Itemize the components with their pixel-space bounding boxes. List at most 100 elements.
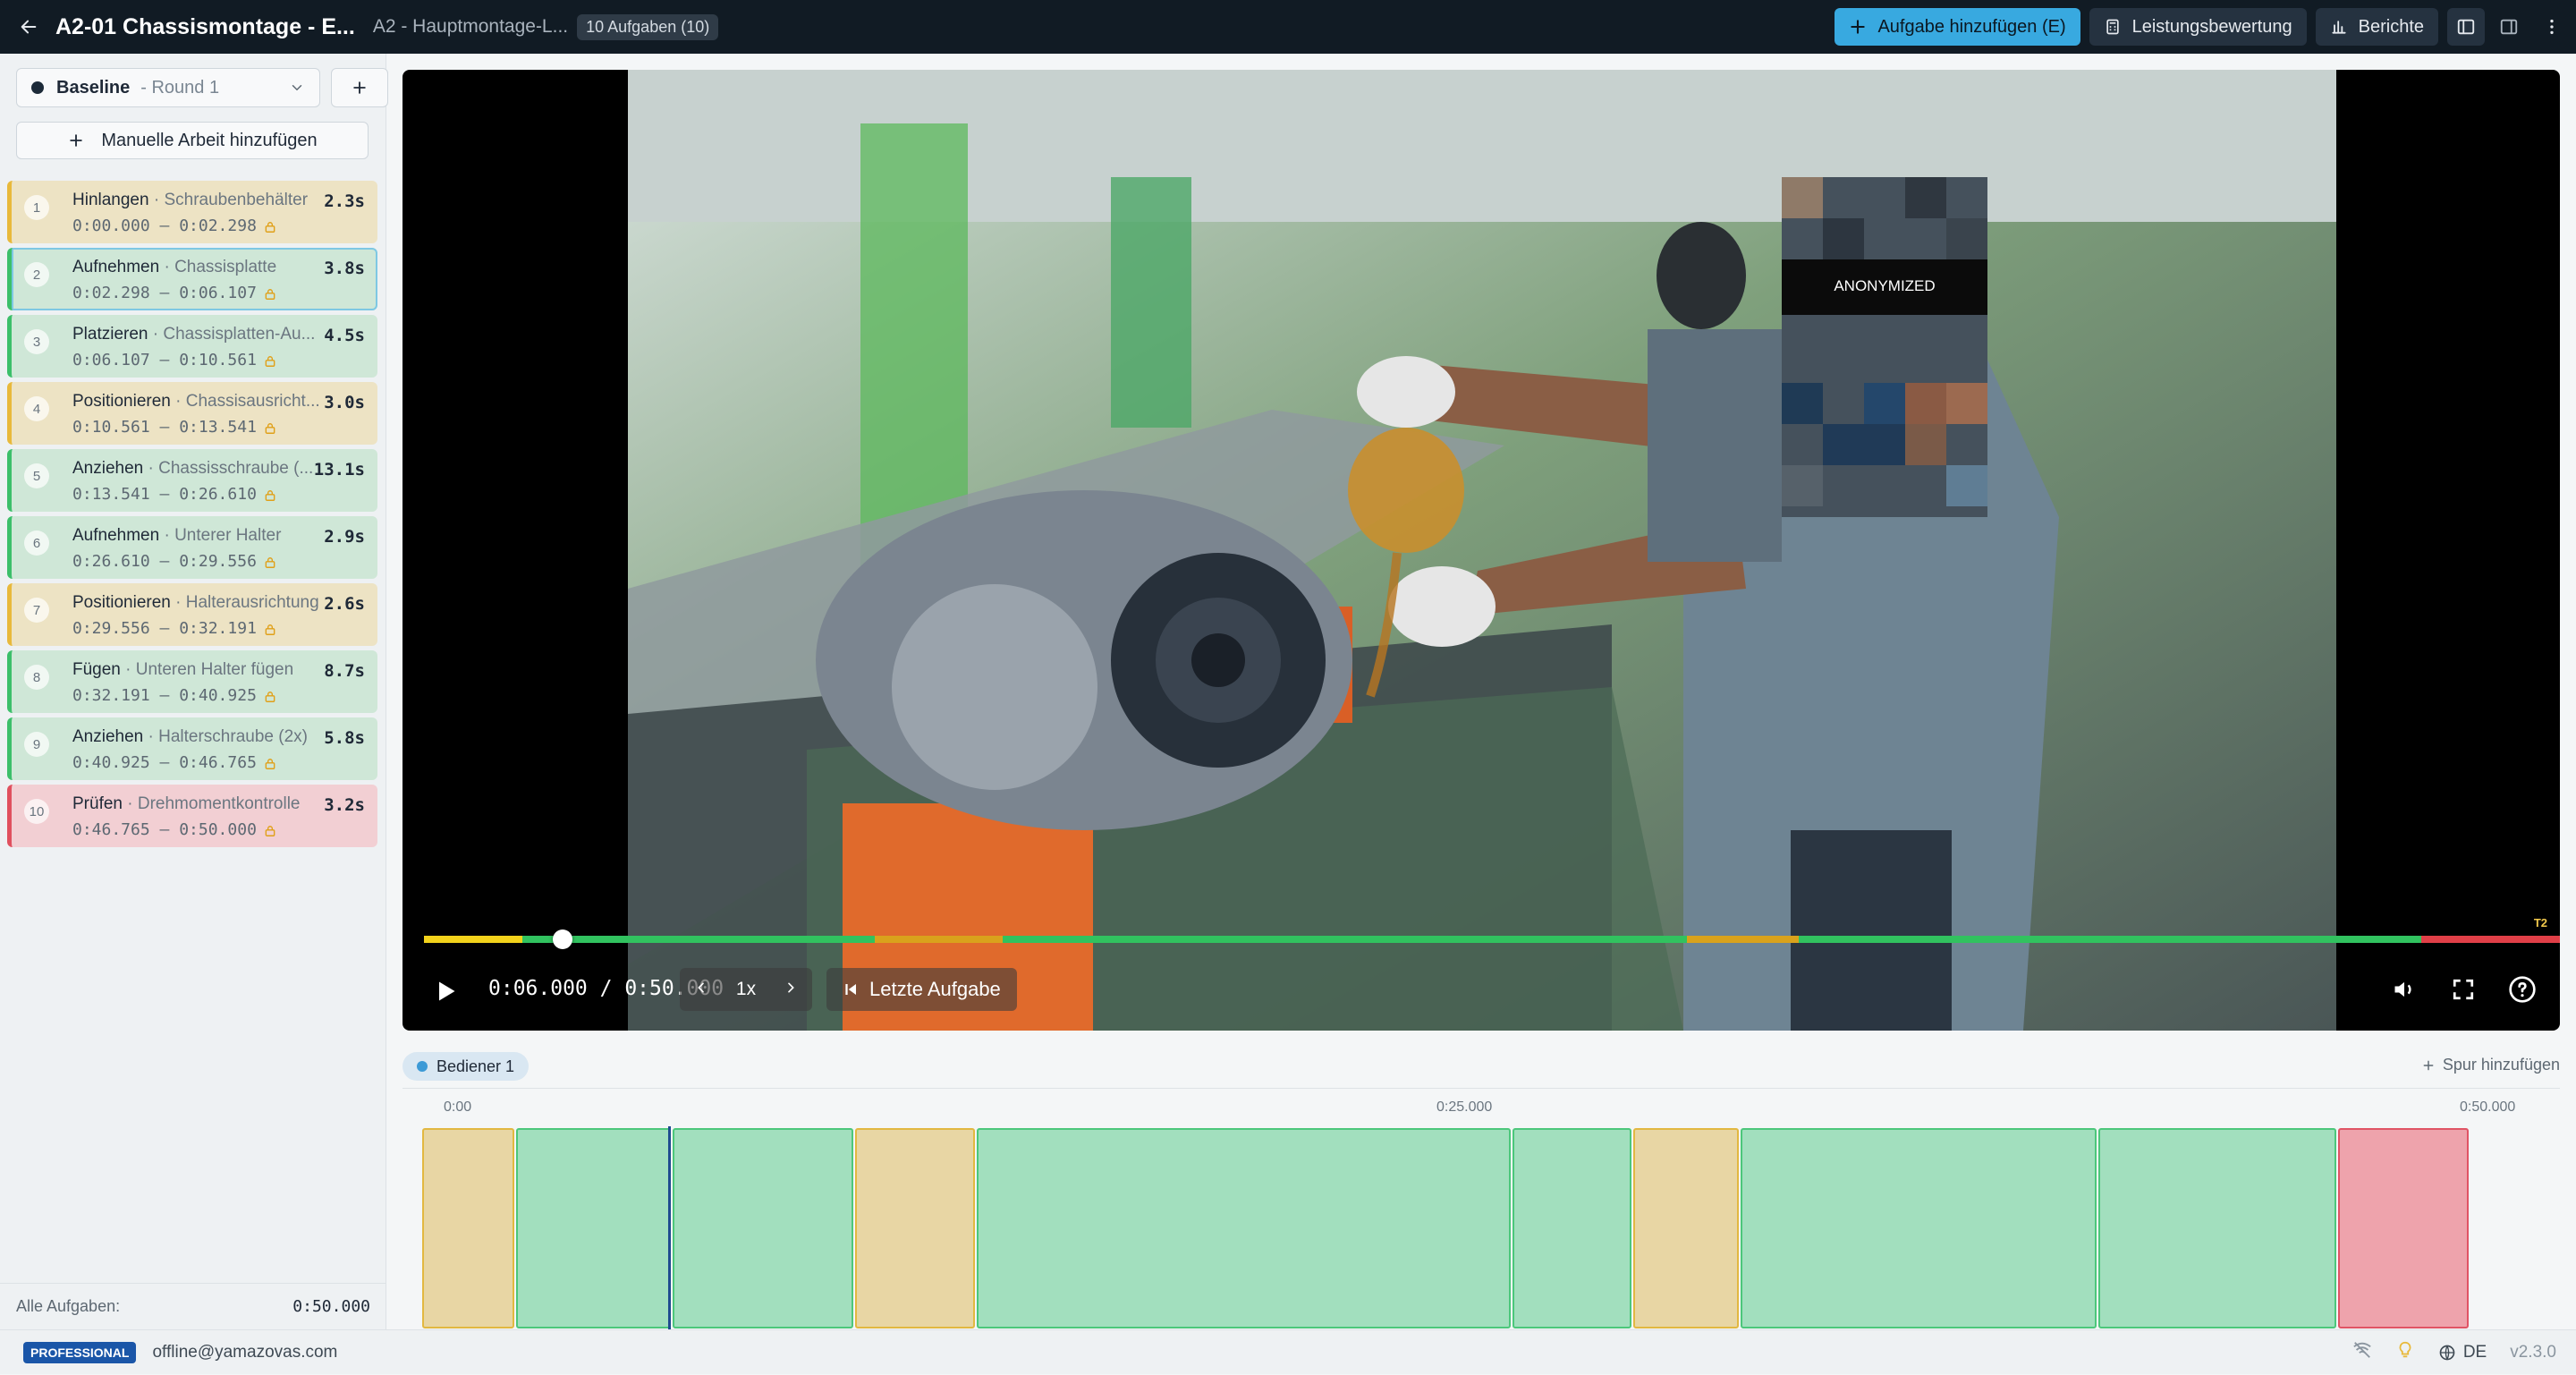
add-round-button[interactable] [331,68,388,107]
task-sidebar: Baseline - Round 1 Manuelle Arbeit hinzu… [0,54,388,1329]
more-menu-button[interactable] [2533,8,2571,46]
back-button[interactable] [13,11,45,43]
task-number: 5 [24,463,49,488]
task-action: Aufnehmen [72,258,160,276]
help-icon [2509,976,2536,1003]
version-label: v2.3.0 [2510,1343,2556,1362]
offline-status-button[interactable] [2352,1340,2372,1365]
task-duration: 8.7s [324,661,365,681]
task-duration: 4.5s [324,326,365,345]
add-manual-work-button[interactable]: Manuelle Arbeit hinzufügen [16,122,369,159]
task-duration: 3.0s [324,393,365,412]
add-task-label: Aufgabe hinzufügen (E) [1877,16,2066,37]
task-item[interactable]: 1 Hinlangen · Schraubenbehälter 0:00.000 —… [7,181,377,243]
plus-icon [2423,1060,2434,1070]
speed-control: 1x [680,968,812,1011]
timeline-block[interactable] [2098,1128,2336,1328]
task-action: Positionieren [72,593,171,612]
performance-rating-label: Leistungsbewertung [2131,16,2292,37]
task-item[interactable]: 8 Fügen · Unteren Halter fügen 0:32.191 — … [7,650,377,713]
task-number: 9 [24,732,49,757]
task-action: Aufnehmen [72,526,160,545]
task-object: · Chassisplatte [164,258,277,276]
timeline-block[interactable] [672,1128,853,1328]
video-player[interactable]: ANONYMIZED T2 0:06.000 / 0:50.000 1x Let… [402,70,2560,1031]
task-time-range: 0:06.107 — 0:10.561 [72,351,257,369]
task-object: · Halterausrichtung [175,593,319,612]
add-track-label: Spur hinzufügen [2442,1056,2560,1074]
play-button[interactable] [429,975,462,1007]
last-task-button[interactable]: Letzte Aufgabe [826,968,1017,1011]
task-number: 2 [24,262,49,287]
breadcrumb-line[interactable]: A2 - Hauptmontage-L... [373,16,568,38]
arrow-left-icon [21,20,37,34]
timeline-block[interactable] [1512,1128,1631,1328]
lock-icon [265,423,275,434]
timeline-block[interactable] [854,1128,976,1328]
task-number: 10 [24,799,49,824]
plan-badge: PROFESSIONAL [23,1341,137,1363]
round-label: - Round 1 [140,77,220,98]
video-progress-bar[interactable] [424,929,2560,949]
task-item[interactable]: 5 Anziehen · Chassisschraube (... 0:13.541… [7,449,377,512]
help-button[interactable] [2506,973,2538,1006]
language-button[interactable]: DE [2438,1343,2487,1362]
toggle-right-panel-button[interactable] [2490,8,2528,46]
task-time-range: 0:46.765 — 0:50.000 [72,820,257,839]
fullscreen-button[interactable] [2447,973,2479,1006]
tips-button[interactable] [2395,1340,2415,1365]
skip-back-icon [845,984,856,995]
task-item[interactable]: 9 Anziehen · Halterschraube (2x) 0:40.925 … [7,717,377,780]
anonymized-label: ANONYMIZED [1834,277,1936,294]
timeline-block[interactable] [977,1128,1511,1328]
task-item[interactable]: 2 Aufnehmen · Chassisplatte 0:02.298 — 0:0… [7,248,377,310]
round-select[interactable]: Baseline - Round 1 [16,68,320,107]
task-title: Hinlangen · Schraubenbehälter [72,191,323,210]
video-controls: 0:06.000 / 0:50.000 1x Letzte Aufgabe [402,968,2560,1013]
task-number: 3 [24,329,49,354]
toggle-left-panel-button[interactable] [2447,8,2485,46]
task-count-badge: 10 Aufgaben (10) [577,13,719,40]
plus-icon [1851,20,1866,34]
round-name: Baseline [56,77,131,98]
speed-increase-button[interactable] [784,979,798,1000]
task-item[interactable]: 10 Prüfen · Drehmomentkontrolle 0:46.765 —… [7,785,377,847]
timeline-block[interactable] [2337,1128,2469,1328]
task-item[interactable]: 4 Positionieren · Chassisausricht... 0:10.… [7,382,377,445]
sidebar-footer: Alle Aufgaben: 0:50.000 [0,1283,386,1329]
chevron-right-icon [788,982,795,993]
task-number: 7 [24,598,49,623]
timeline-block[interactable] [516,1128,671,1328]
reports-button[interactable]: Berichte [2315,8,2438,46]
speed-decrease-button[interactable] [694,979,708,1000]
top-bar: A2-01 Chassismontage - E... A2 - Hauptmo… [0,0,2576,54]
lock-icon [265,289,275,300]
operator-chip[interactable]: Bediener 1 [402,1052,530,1081]
timeline-playhead[interactable] [667,1126,671,1332]
timeline-block[interactable] [1632,1128,1740,1328]
timeline-header: Bediener 1 Spur hinzufügen [402,1048,2560,1088]
task-item[interactable]: 3 Platzieren · Chassisplatten-Au... 0:06.1… [7,315,377,378]
timeline-tick-mid: 0:25.000 [1436,1099,1493,1115]
task-object: · Halterschraube (2x) [148,727,308,746]
task-item[interactable]: 7 Positionieren · Halterausrichtung 0:29.5… [7,583,377,646]
task-object: · Chassisplatten-Au... [152,325,316,344]
progress-knob[interactable] [552,929,572,949]
task-time-range: 0:02.298 — 0:06.107 [72,284,257,302]
timeline-block[interactable] [1741,1128,2097,1328]
user-email: offline@yamazovas.com [152,1342,338,1362]
timeline-track[interactable]: 0:00 0:25.000 0:50.000 [402,1088,2560,1332]
task-number: 6 [24,530,49,556]
task-item[interactable]: 6 Aufnehmen · Unterer Halter 0:26.610 — 0:… [7,516,377,579]
add-track-button[interactable]: Spur hinzufügen [2421,1056,2560,1074]
timeline-block[interactable] [422,1128,515,1328]
task-title: Aufnehmen · Chassisplatte [72,258,323,277]
task-number: 4 [24,396,49,421]
volume-button[interactable] [2388,973,2420,1006]
lock-icon [265,490,275,501]
task-title: Fügen · Unteren Halter fügen [72,660,323,680]
task-title: Platzieren · Chassisplatten-Au... [72,325,323,344]
performance-rating-button[interactable]: Leistungsbewertung [2089,8,2307,46]
add-task-button[interactable]: Aufgabe hinzufügen (E) [1835,8,2080,46]
task-duration: 2.3s [324,191,365,211]
